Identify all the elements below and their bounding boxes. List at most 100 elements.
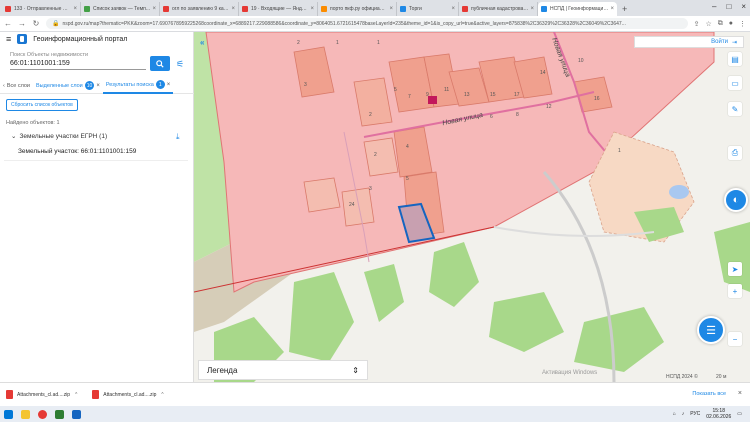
browser-tab-strip: 133 · Отправленные — Я... × Список заявок… <box>0 0 750 16</box>
browser-tab[interactable]: порто пкф.ру официально...× <box>318 2 397 16</box>
new-tab-button[interactable]: + <box>617 4 632 16</box>
chat-button[interactable]: ☰ <box>697 316 725 344</box>
excel-icon[interactable] <box>55 409 64 419</box>
close-icon[interactable]: × <box>310 6 314 12</box>
close-window-icon[interactable]: × <box>741 2 746 11</box>
browser-tab[interactable]: публичная кадастровая... × <box>459 2 538 16</box>
close-icon[interactable]: × <box>738 390 742 397</box>
lock-icon: 🔒 <box>52 21 60 27</box>
tab-favicon <box>242 6 248 12</box>
tab-selected-layers[interactable]: Выделенные слои 10 × <box>33 78 103 94</box>
download-item[interactable]: Attachments_cl.ad....zip ⌃ <box>6 390 78 399</box>
browser-tab[interactable]: Торги × <box>397 2 459 16</box>
tab-all-layers[interactable]: ‹ Все слои <box>0 78 33 94</box>
search-input[interactable] <box>10 58 146 70</box>
close-icon[interactable]: × <box>451 6 455 12</box>
outlook-icon[interactable] <box>72 409 81 419</box>
show-all-downloads-link[interactable]: Показать все <box>692 391 726 397</box>
close-icon[interactable]: × <box>167 82 171 88</box>
collapse-panel-icon[interactable]: « <box>200 38 204 47</box>
notification-icon[interactable]: ▭ <box>737 411 742 417</box>
reload-icon[interactable]: ↻ <box>32 19 40 28</box>
profile-icon[interactable]: ● <box>729 20 733 28</box>
panel-tabs: ‹ Все слои Выделенные слои 10 × Результаты … <box>0 78 194 94</box>
volume-icon[interactable]: ♪ <box>682 411 685 417</box>
file-explorer-icon[interactable] <box>21 409 30 419</box>
house-number: 2 <box>369 112 372 118</box>
chevron-up-icon: ⌃ <box>160 391 165 398</box>
result-item[interactable]: Земельный участок: 66:01:1101001:159 <box>18 148 136 155</box>
legend-label: Легенда <box>207 365 238 375</box>
house-number: 11 <box>444 87 450 93</box>
side-panel: ≡ Геоинформационный портал Поиск Объекты… <box>0 32 194 382</box>
download-icon[interactable]: ⤓ <box>176 132 180 142</box>
house-number: 5 <box>394 87 397 93</box>
chevron-left-icon: ‹ <box>3 82 5 89</box>
menu-icon[interactable]: ⋮ <box>739 20 746 28</box>
tab-favicon <box>400 6 406 12</box>
house-number: 14 <box>540 70 546 76</box>
browser-tab-active[interactable]: НСПД | Геоинформационны...× <box>538 2 617 16</box>
browser-tab[interactable]: 133 · Отправленные — Я... × <box>2 2 81 16</box>
panel-header: ≡ Геоинформационный портал <box>0 32 193 46</box>
house-number: 8 <box>516 112 519 118</box>
parcel <box>363 137 399 177</box>
downloads-bar: Attachments_cl.ad....zip ⌃ Attachments_cl… <box>0 382 750 406</box>
browser-tab[interactable]: 19 · Входящие — Яндекс... × <box>239 2 318 16</box>
house-number: 10 <box>578 58 584 64</box>
close-icon[interactable]: × <box>231 6 235 12</box>
house-number: 6 <box>490 114 493 120</box>
extensions-icon[interactable]: ⧉ <box>718 20 723 28</box>
clock[interactable]: 15:18 02.06.2026 <box>706 408 731 420</box>
results-group[interactable]: ⌄ Земельные участки ЕГРН (1) <box>11 132 107 141</box>
search-button[interactable] <box>150 56 170 71</box>
legend-panel[interactable]: Легенда ⇕ <box>198 360 368 380</box>
filter-icon[interactable]: ⚟ <box>176 59 184 70</box>
geo-widget-button[interactable]: ◐ <box>724 188 748 212</box>
map-canvas[interactable]: Новая улица Новая улица 2 1 3 5 7 9 11 1… <box>194 32 750 382</box>
system-tray: ⌂ ♪ РУС 15:18 02.06.2026 ▭ <box>673 408 742 420</box>
chrome-icon[interactable] <box>38 409 47 419</box>
maximize-icon[interactable]: □ <box>726 2 731 11</box>
browser-tab[interactable]: Список заявок — Темп... × <box>81 2 160 16</box>
minimize-icon[interactable]: – <box>712 2 716 11</box>
share-icon[interactable]: ⇪ <box>694 20 700 28</box>
layers-button[interactable]: ▤ <box>728 52 742 66</box>
tab-search-results[interactable]: Результаты поиска 1 × <box>102 78 174 94</box>
divider <box>4 160 188 161</box>
tab-favicon <box>5 6 11 12</box>
close-icon[interactable]: × <box>152 6 156 12</box>
close-icon[interactable]: × <box>530 6 534 12</box>
house-number: 15 <box>490 92 496 98</box>
close-icon[interactable]: × <box>389 6 393 12</box>
zoom-out-icon[interactable]: − <box>728 332 742 346</box>
hamburger-icon[interactable]: ≡ <box>6 34 11 44</box>
close-icon[interactable]: × <box>610 6 614 12</box>
building <box>428 96 437 104</box>
url-field[interactable]: 🔒 nspd.gov.ru/map?thematic=PKK&zoom=17.69… <box>46 18 688 29</box>
list-button[interactable]: ▭ <box>728 76 742 90</box>
file-icon <box>6 390 13 399</box>
chevron-up-icon: ⌃ <box>74 391 79 398</box>
forward-icon[interactable]: → <box>18 19 26 28</box>
start-icon[interactable] <box>4 409 13 419</box>
locate-icon[interactable]: ➤ <box>728 262 742 276</box>
login-button[interactable]: Войти ⇥ <box>634 36 744 48</box>
print-icon[interactable]: ⎙ <box>728 146 742 160</box>
download-item[interactable]: Attachments_cl.ad....zip ⌃ <box>92 390 165 399</box>
ruler-button[interactable]: ✎ <box>728 102 742 116</box>
house-number: 17 <box>514 92 520 98</box>
reset-objects-button[interactable]: Сбросить список объектов <box>6 99 78 111</box>
close-icon[interactable]: × <box>73 6 77 12</box>
network-icon[interactable]: ⌂ <box>673 411 676 417</box>
star-icon[interactable]: ☆ <box>705 20 711 28</box>
browser-tab[interactable]: огл по заявлению 9 кад... × <box>160 2 239 16</box>
back-icon[interactable]: ← <box>4 19 12 28</box>
map-layers <box>194 32 750 382</box>
close-icon[interactable]: × <box>96 83 100 89</box>
language-indicator[interactable]: РУС <box>690 411 700 417</box>
zoom-in-icon[interactable]: + <box>728 284 742 298</box>
tab-favicon <box>163 6 169 12</box>
count-badge: 10 <box>84 81 95 90</box>
parcel <box>303 177 341 213</box>
